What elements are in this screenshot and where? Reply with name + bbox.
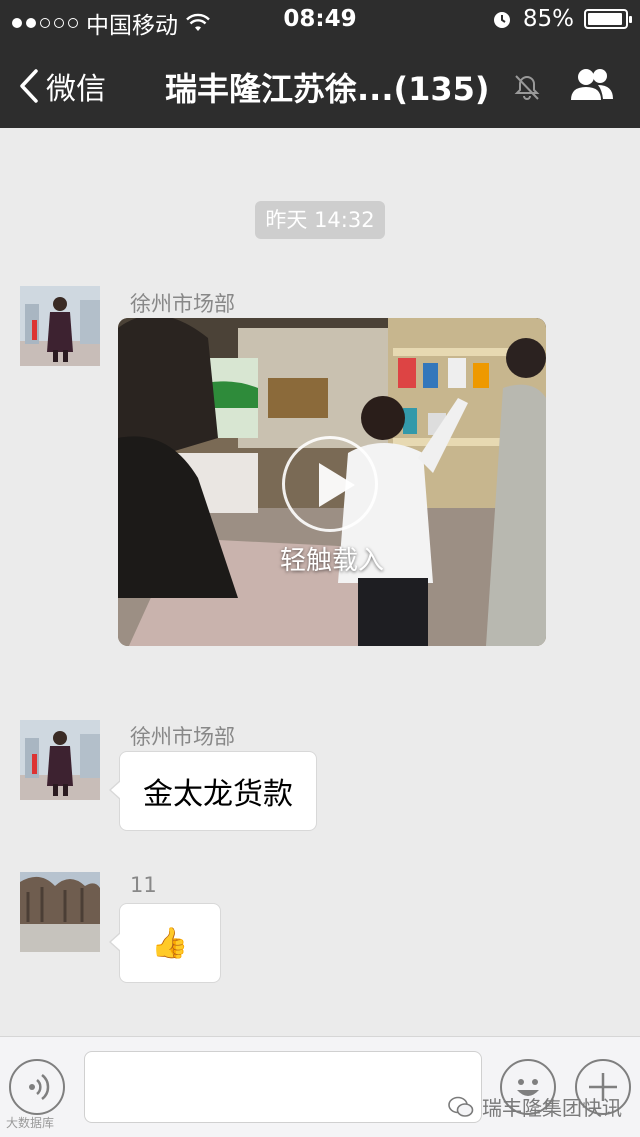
back-label: 微信 xyxy=(46,72,106,107)
avatar[interactable] xyxy=(20,720,100,800)
back-chevron-icon xyxy=(20,69,38,103)
message-input[interactable] xyxy=(84,1051,482,1123)
voice-icon xyxy=(29,1074,50,1100)
avatar[interactable] xyxy=(20,286,100,366)
mute-bell-icon xyxy=(514,75,540,100)
chat-timestamp: 昨天 14:32 xyxy=(255,201,385,239)
sender-name: 徐州市场部 xyxy=(130,292,235,316)
watermark-text: 瑞丰隆集团快讯 xyxy=(482,1096,622,1120)
message-bubble[interactable]: 👍 xyxy=(109,903,221,983)
voice-button[interactable] xyxy=(9,1059,65,1115)
sender-name: 徐州市场部 xyxy=(130,725,235,749)
message-bubble[interactable]: 金太龙货款 xyxy=(109,751,317,831)
chat-title: 瑞丰隆江苏徐...(135) xyxy=(165,70,490,108)
avatar[interactable] xyxy=(20,872,100,952)
battery-icon xyxy=(584,9,632,29)
back-button[interactable]: 微信 xyxy=(18,64,106,108)
watermark-left: 大数据库 xyxy=(6,1116,55,1130)
input-bar xyxy=(0,1036,640,1137)
video-message[interactable]: 轻触载入 xyxy=(118,318,546,646)
message-text: 金太龙货款 xyxy=(143,777,293,812)
watermark: 瑞丰隆集团快讯 xyxy=(448,1092,622,1121)
thumbs-up-icon: 👍 xyxy=(151,925,189,961)
wechat-icon xyxy=(448,1096,474,1117)
status-right: 85% xyxy=(491,6,632,32)
alarm-icon xyxy=(493,12,510,28)
nav-bar: 微信 瑞丰隆江苏徐...(135) xyxy=(0,40,640,128)
video-caption: 轻触载入 xyxy=(279,546,384,576)
battery-percent: 85% xyxy=(522,6,574,32)
play-icon[interactable] xyxy=(282,436,378,532)
status-bar: 中国移动 08:49 85% xyxy=(0,0,640,40)
sender-name: 11 xyxy=(130,873,157,897)
members-icon[interactable] xyxy=(568,66,616,102)
